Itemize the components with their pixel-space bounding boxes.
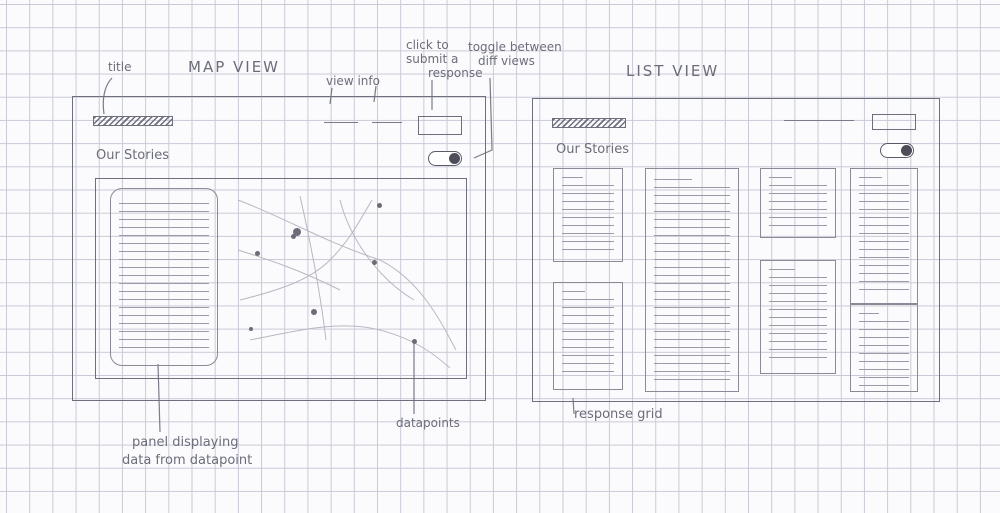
response-card[interactable] (760, 260, 836, 374)
annotation-response-grid: response grid (574, 407, 663, 422)
nav-links[interactable] (784, 120, 854, 121)
annotation-view-info: view info (326, 74, 380, 88)
response-card[interactable] (850, 168, 918, 304)
datapoint-marker[interactable] (255, 251, 260, 256)
datapoint-detail-panel (110, 188, 218, 366)
datapoint-marker[interactable] (311, 309, 317, 315)
annotation-toggle: toggle between diff views (468, 40, 562, 68)
datapoint-marker[interactable] (372, 260, 377, 265)
list-view-heading: LIST VIEW (626, 62, 720, 80)
response-card[interactable] (645, 168, 739, 392)
datapoint-marker[interactable] (412, 339, 417, 344)
response-card[interactable] (553, 168, 623, 262)
site-title-placeholder (552, 118, 626, 128)
site-title-placeholder (93, 116, 173, 126)
toggle-knob (449, 153, 460, 164)
map-view-heading: MAP VIEW (188, 58, 281, 76)
annotation-datapoints: datapoints (396, 416, 460, 430)
toggle-knob (901, 145, 912, 156)
response-card[interactable] (553, 282, 623, 390)
view-toggle[interactable] (428, 151, 462, 166)
response-card[interactable] (850, 304, 918, 392)
stories-heading: Our Stories (556, 142, 629, 157)
response-card[interactable] (760, 168, 836, 238)
submit-response-button[interactable] (418, 116, 462, 135)
panel-text-lines (119, 203, 209, 355)
datapoint-marker[interactable] (377, 203, 382, 208)
annotation-title: title (108, 60, 132, 74)
stories-heading: Our Stories (96, 148, 169, 163)
nav-link-info[interactable] (372, 122, 402, 123)
nav-link-view[interactable] (324, 122, 358, 123)
datapoint-marker[interactable] (249, 327, 253, 331)
datapoint-marker[interactable] (291, 234, 296, 239)
submit-response-button[interactable] (872, 114, 916, 130)
annotation-panel: panel displaying data from datapoint (122, 435, 253, 468)
view-toggle[interactable] (880, 143, 914, 158)
